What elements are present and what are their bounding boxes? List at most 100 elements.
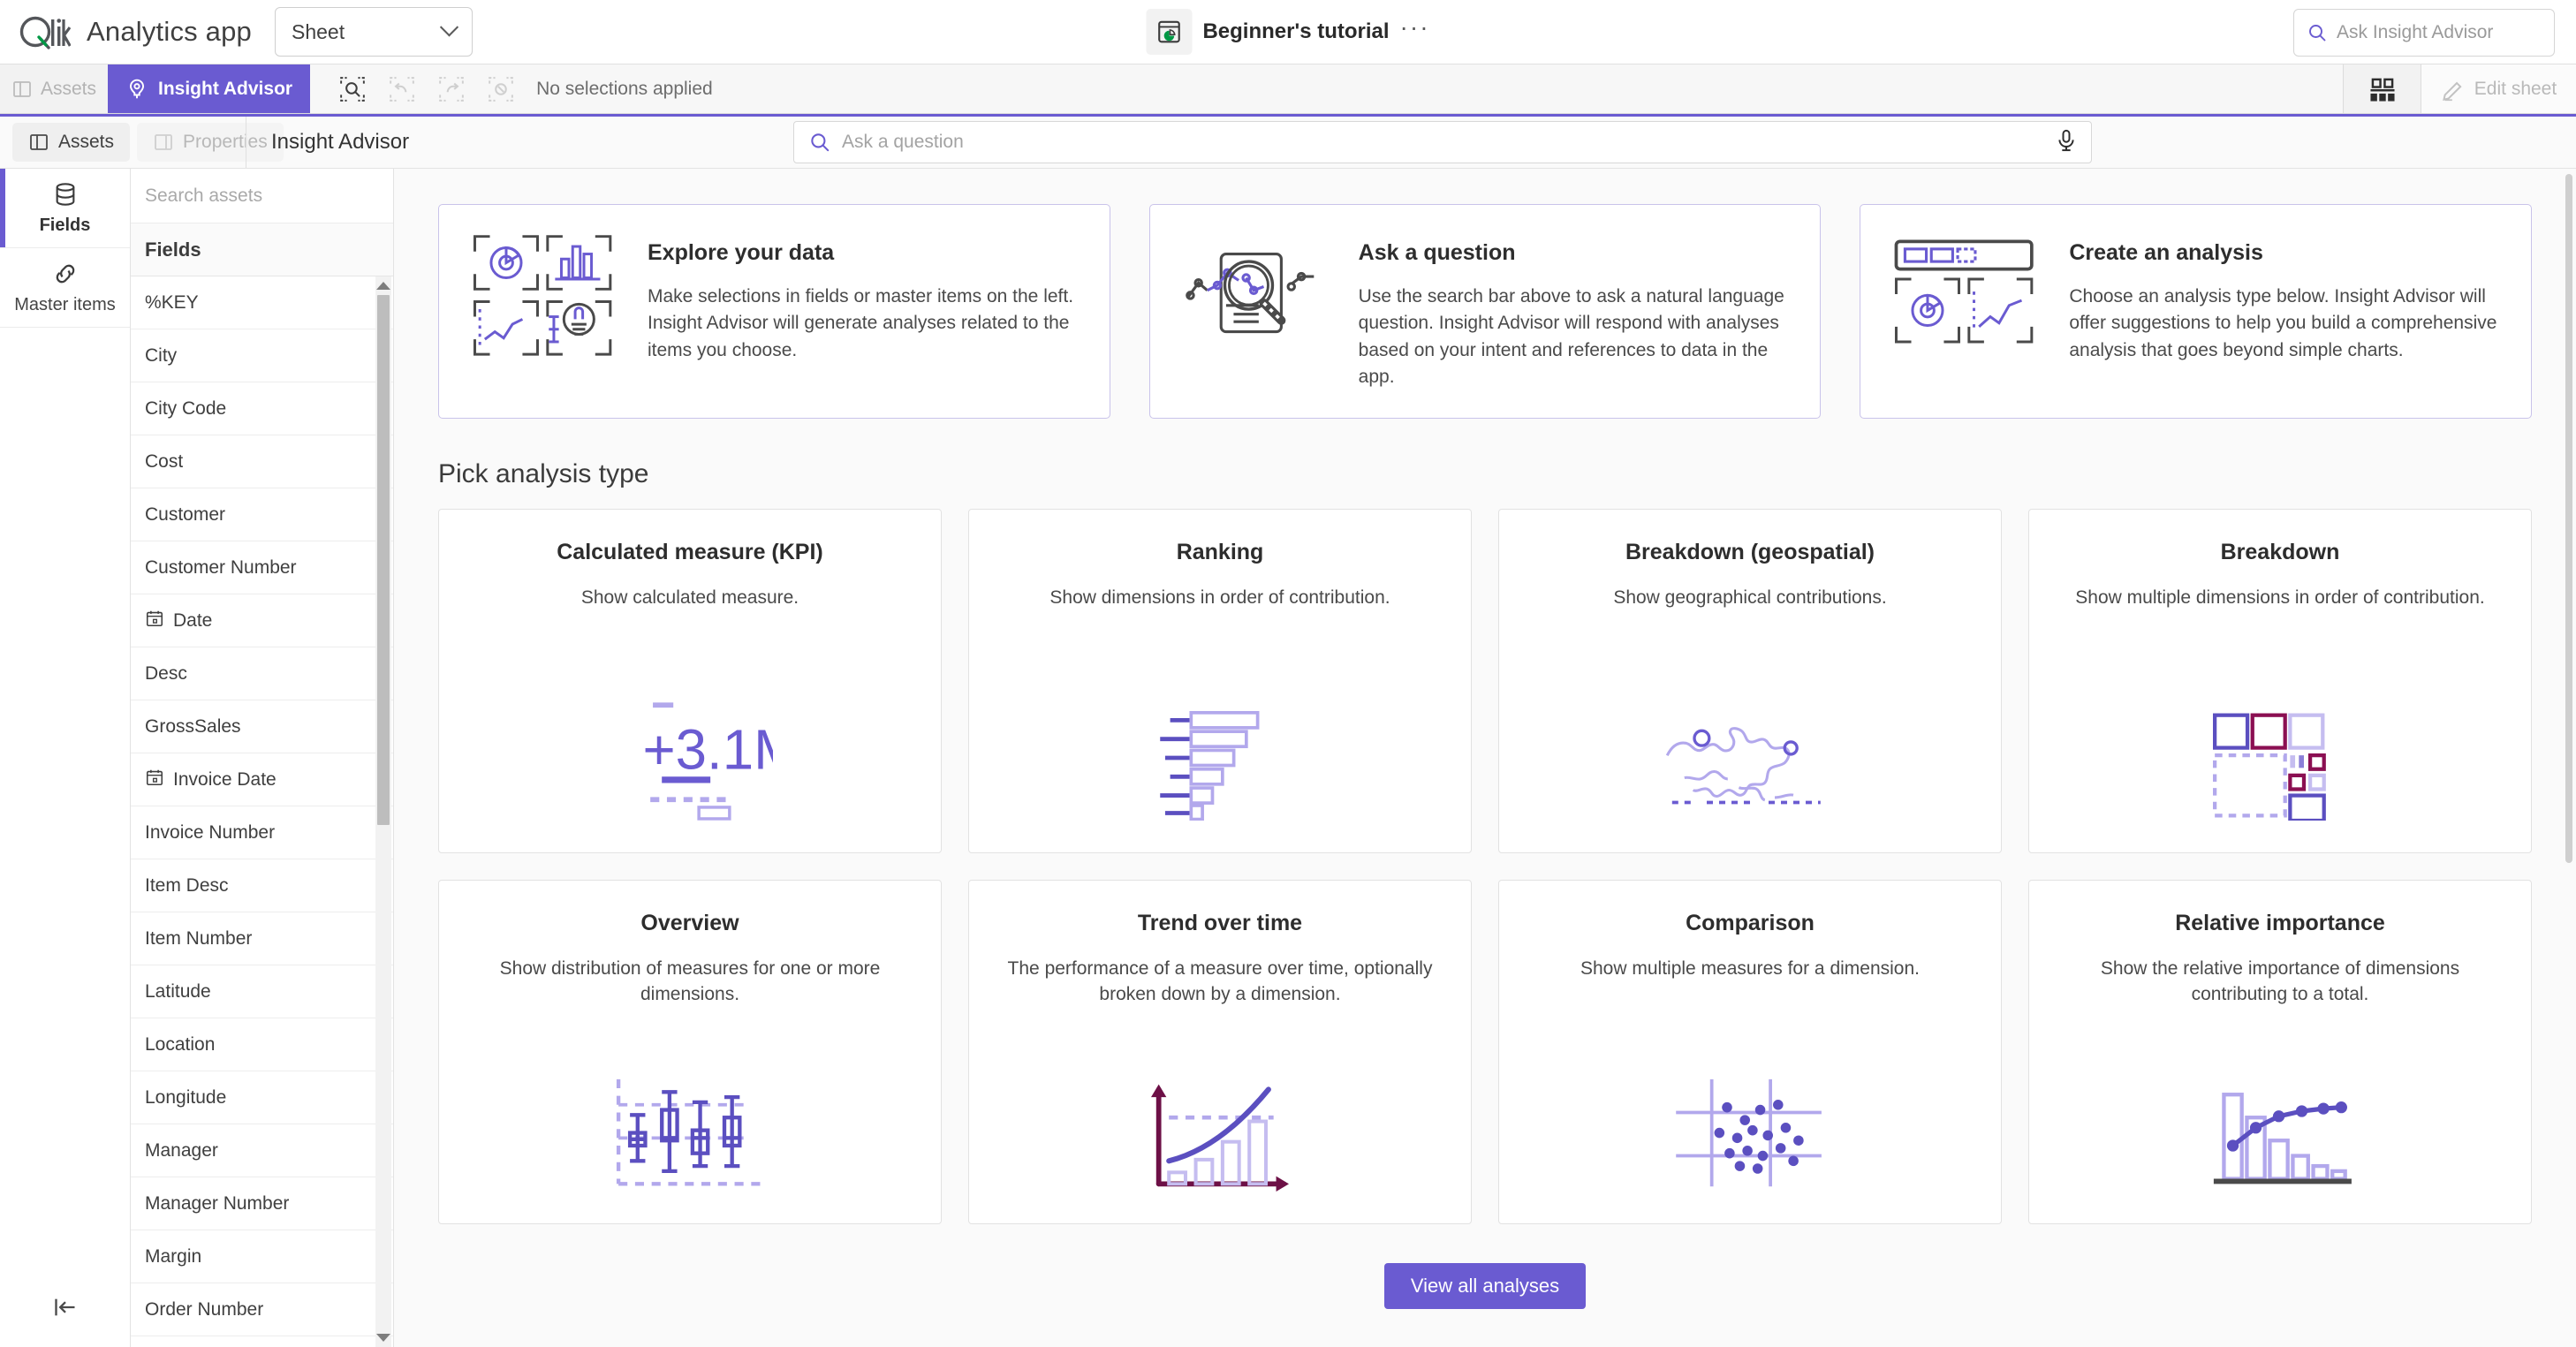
view-all-analyses-button[interactable]: View all analyses [1383, 1262, 1587, 1309]
panel-icon [155, 134, 172, 150]
clear-selections-icon[interactable] [476, 64, 526, 114]
field-list-item[interactable]: Item Number [131, 912, 393, 965]
analysis-card-breakdown-geospatial[interactable]: Breakdown (geospatial) Show geographical… [1498, 508, 2002, 853]
analysis-card-title: Breakdown (geospatial) [1625, 539, 1875, 564]
field-list-item[interactable]: Manager [131, 1124, 393, 1177]
sheet-grid-icon[interactable] [2343, 64, 2421, 113]
insight-advisor-main: Explore your data Make selections in fie… [394, 169, 2576, 1347]
field-list-item[interactable]: Margin [131, 1230, 393, 1283]
create-analysis-icon [1890, 231, 2042, 361]
analysis-card-title: Breakdown [2220, 539, 2340, 564]
database-icon [56, 183, 74, 206]
field-list-item[interactable]: Order Number [131, 1283, 393, 1336]
sidebar-item-fields-label: Fields [39, 216, 91, 235]
app-top-bar: Analytics app Sheet Beginner's tutorial … [0, 0, 2576, 64]
analysis-card-ranking[interactable]: Ranking Show dimensions in order of cont… [968, 508, 1472, 853]
sidebar-item-fields[interactable]: Fields [0, 169, 130, 248]
microphone-icon[interactable] [2054, 128, 2079, 157]
field-list-item[interactable]: Longitude [131, 1071, 393, 1124]
field-list-item[interactable]: City Code [131, 382, 393, 435]
field-list-item[interactable]: Latitude [131, 965, 393, 1018]
analysis-card-title: Overview [640, 910, 739, 935]
field-list-item[interactable]: Location [131, 1018, 393, 1071]
field-list-item[interactable]: Desc [131, 647, 393, 700]
scroll-down-arrow-icon[interactable] [376, 1334, 390, 1342]
field-list-item[interactable]: Cost [131, 435, 393, 488]
main-scrollbar[interactable] [2564, 174, 2574, 1342]
view-all-analyses-wrap: View all analyses [412, 1224, 2558, 1336]
field-list-item[interactable]: Customer [131, 488, 393, 541]
scroll-up-arrow-icon[interactable] [376, 282, 390, 290]
ask-insight-advisor-input[interactable]: Ask Insight Advisor [2293, 9, 2555, 57]
edit-sheet-button[interactable]: Edit sheet [2421, 64, 2576, 113]
field-list-item[interactable]: GrossSales [131, 700, 393, 753]
selbar-assets-button[interactable]: Assets [0, 64, 108, 113]
tab-assets[interactable]: Assets [12, 123, 131, 162]
ask-a-question-input[interactable]: Ask a question [793, 121, 2092, 163]
field-name: Manager [145, 1139, 218, 1161]
chevron-down-icon [439, 17, 459, 36]
insight-advisor-panel-title: Insight Advisor [271, 130, 410, 154]
sheet-type-dropdown[interactable]: Sheet [274, 7, 473, 57]
asset-rail: Fields Master items [0, 169, 131, 1347]
field-name: Latitude [145, 980, 211, 1002]
analysis-card-overview[interactable]: Overview Show distribution of measures f… [438, 879, 942, 1224]
insight-advisor-icon [129, 79, 145, 98]
analysis-card-comparison[interactable]: Comparison Show multiple measures for a … [1498, 879, 2002, 1224]
step-forward-icon[interactable] [427, 64, 476, 114]
field-list-item[interactable]: Manager Number [131, 1177, 393, 1230]
field-name: %KEY [145, 291, 199, 313]
field-list-item[interactable]: Item Desc [131, 859, 393, 912]
selection-search-icon[interactable] [328, 64, 377, 114]
analysis-card-breakdown[interactable]: Breakdown Show multiple dimensions in or… [2028, 508, 2532, 853]
search-icon [811, 133, 830, 152]
search-assets-placeholder: Search assets [145, 185, 263, 206]
field-list-item[interactable]: Customer Number [131, 541, 393, 594]
field-name: Customer [145, 503, 226, 525]
selection-status-text: No selections applied [536, 78, 713, 99]
intro-card-row: Explore your data Make selections in fie… [412, 169, 2558, 419]
field-list-item[interactable]: Invoice Number [131, 806, 393, 859]
field-name: GrossSales [145, 715, 241, 737]
field-name: Margin [145, 1245, 202, 1267]
sheet-icon [1146, 9, 1193, 55]
analysis-card-trend-over-time[interactable]: Trend over time The performance of a mea… [968, 879, 1472, 1224]
field-list-item[interactable]: Invoice Date [131, 753, 393, 806]
intro-card-explore-your-data[interactable]: Explore your data Make selections in fie… [438, 204, 1110, 419]
scrollbar-thumb[interactable] [377, 295, 390, 825]
sheet-overflow-menu-icon[interactable]: ··· [1400, 15, 1430, 42]
fields-list[interactable]: %KEY City City Code Cost Customer Customer Nu… [131, 276, 393, 1347]
intro-card-body: Choose an analysis type below. Insight A… [2069, 286, 2497, 360]
intro-card-ask-a-question[interactable]: Ask a question Use the search bar above … [1148, 204, 1822, 419]
field-list-item[interactable]: Date [131, 594, 393, 647]
intro-card-body: Use the search bar above to ask a natura… [1358, 286, 1784, 388]
field-name: Order Number [145, 1298, 264, 1320]
search-assets-input[interactable]: Search assets [131, 169, 393, 223]
calendar-icon [145, 609, 164, 633]
analysis-card-description: Show multiple dimensions in order of con… [2075, 586, 2485, 608]
intro-card-body: Make selections in fields or master item… [648, 286, 1074, 360]
link-icon [56, 264, 74, 284]
kpi-icon: +3.1M [607, 697, 773, 821]
current-sheet[interactable]: Beginner's tutorial ··· [1146, 9, 1429, 55]
fields-section-header: Fields [131, 223, 393, 276]
sidebar-item-master-items[interactable]: Master items [0, 248, 130, 328]
field-name: City Code [145, 397, 227, 419]
field-list-item[interactable]: %KEY [131, 276, 393, 329]
main-scrollbar-thumb[interactable] [2565, 174, 2572, 863]
edit-sheet-label: Edit sheet [2474, 78, 2557, 99]
analysis-card-calculated-measure-kpi[interactable]: Calculated measure (KPI) Show calculated… [438, 508, 942, 853]
kpi-value: +3.1M [642, 718, 773, 781]
intro-card-create-an-analysis[interactable]: Create an analysis Choose an analysis ty… [1860, 204, 2533, 419]
analysis-card-relative-importance[interactable]: Relative importance Show the relative im… [2028, 879, 2532, 1224]
ask-question-icon [1180, 231, 1332, 361]
collapse-panel-icon[interactable] [0, 1268, 130, 1347]
field-name: City [145, 344, 178, 366]
step-back-icon[interactable] [377, 64, 427, 114]
trend-icon [1140, 1077, 1300, 1192]
fields-scrollbar[interactable] [375, 276, 391, 1347]
field-name: Location [145, 1033, 216, 1055]
selbar-insight-advisor-tab[interactable]: Insight Advisor [108, 64, 311, 113]
field-list-item[interactable]: City [131, 329, 393, 382]
field-name: Manager Number [145, 1192, 290, 1214]
